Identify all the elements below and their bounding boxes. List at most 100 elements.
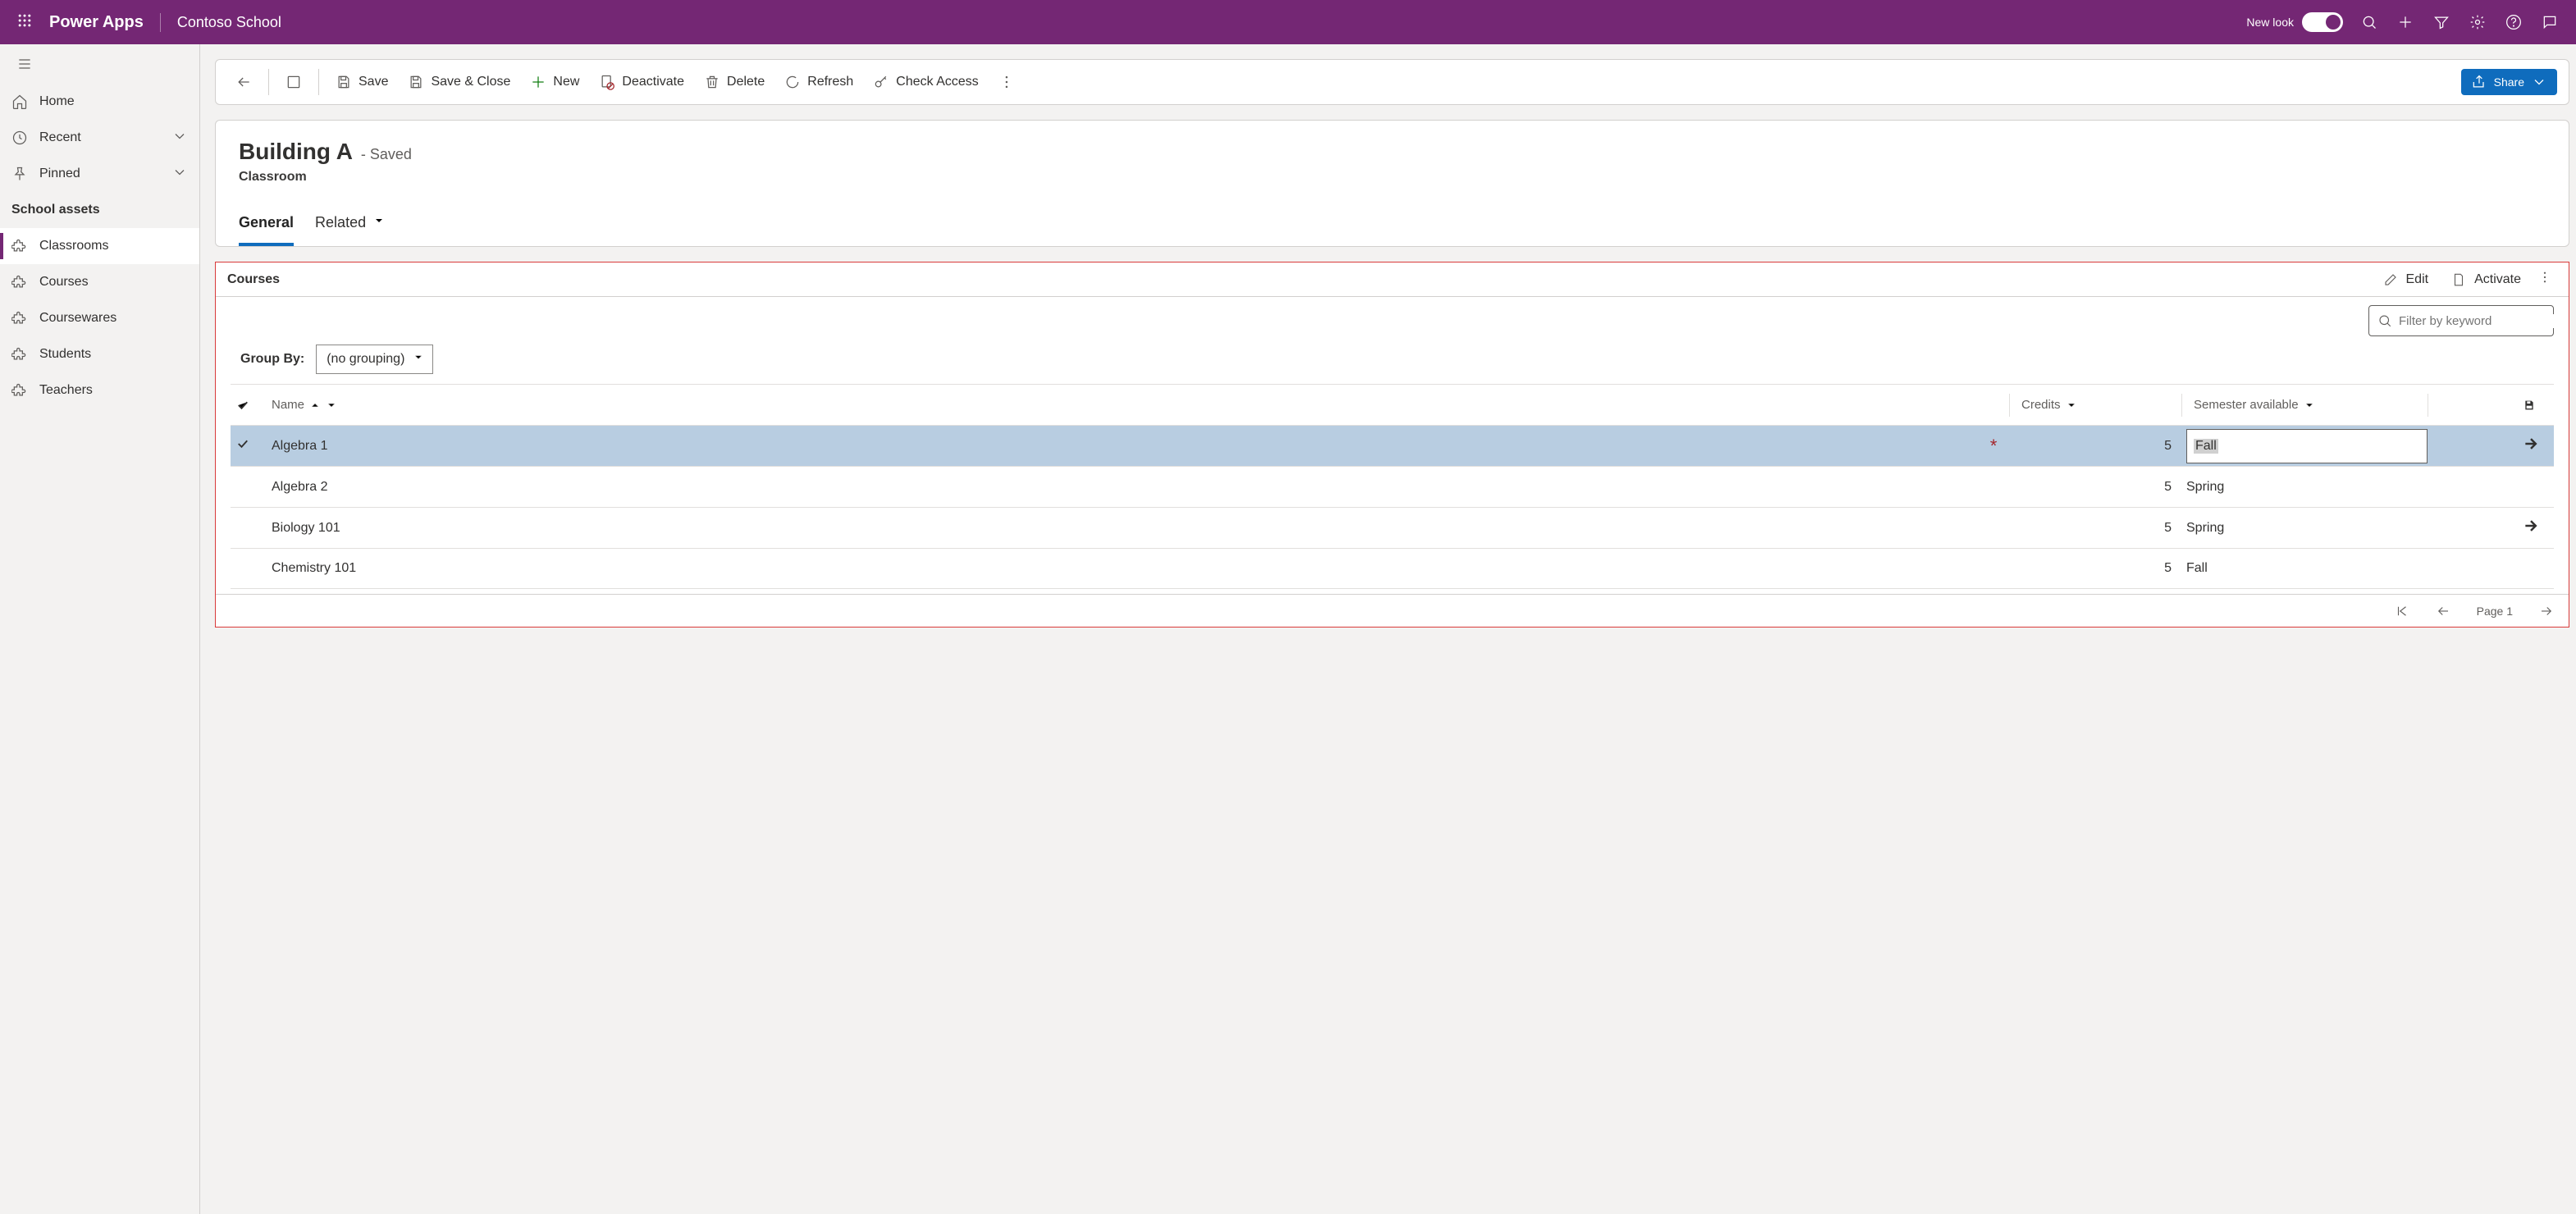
back-button[interactable] (227, 69, 260, 95)
more-commands-button[interactable] (990, 69, 1023, 95)
courses-subgrid: Courses Edit Activate (215, 262, 2569, 628)
new-button[interactable]: New (522, 69, 587, 95)
pin-icon (11, 166, 28, 182)
puzzle-icon (11, 274, 28, 290)
app-name: Power Apps (49, 13, 161, 32)
subgrid-edit-button[interactable]: Edit (2372, 269, 2441, 290)
column-semester[interactable]: Semester available (2181, 394, 2428, 417)
subgrid-header: Courses Edit Activate (216, 262, 2569, 297)
chevron-down-icon (413, 352, 424, 367)
nav-recent[interactable]: Recent (0, 120, 199, 156)
table-row[interactable]: Algebra 1 * 5 Fall (231, 425, 2554, 466)
tab-general[interactable]: General (239, 208, 294, 246)
first-page-icon[interactable] (2395, 604, 2409, 618)
new-look-toggle[interactable]: New look (2246, 12, 2343, 32)
hamburger-icon[interactable] (0, 44, 199, 84)
puzzle-icon (11, 382, 28, 399)
table-row[interactable]: Algebra 2 5 Spring (231, 466, 2554, 507)
column-credits[interactable]: Credits (2009, 394, 2181, 417)
cell-credits[interactable]: 5 (2009, 480, 2181, 495)
refresh-icon (784, 74, 801, 90)
cell-name[interactable]: Chemistry 101 (267, 561, 1973, 576)
save-button[interactable]: Save (327, 69, 396, 95)
check-access-button[interactable]: Check Access (865, 69, 986, 95)
new-look-label: New look (2246, 16, 2294, 29)
environment-name[interactable]: Contoso School (177, 14, 281, 31)
page-indicator: Page 1 (2477, 605, 2513, 618)
toggle-switch-icon[interactable] (2302, 12, 2343, 32)
cell-name[interactable]: Algebra 2 (267, 480, 1973, 495)
nav-coursewares[interactable]: Coursewares (0, 300, 199, 336)
open-new-window-button[interactable] (277, 69, 310, 95)
row-open-icon[interactable] (2518, 518, 2554, 538)
refresh-label: Refresh (807, 75, 853, 89)
app-launcher-icon[interactable] (8, 12, 41, 33)
nav-home-label: Home (39, 94, 75, 109)
cell-name[interactable]: Biology 101 (267, 521, 1973, 536)
delete-button[interactable]: Delete (696, 69, 773, 95)
table-row[interactable]: Biology 101 5 Spring (231, 507, 2554, 548)
sort-asc-icon (309, 399, 321, 411)
pager: Page 1 (216, 594, 2569, 627)
nav-students[interactable]: Students (0, 336, 199, 372)
deactivate-icon (599, 74, 615, 90)
nav-courses[interactable]: Courses (0, 264, 199, 300)
filter-input[interactable] (2368, 305, 2554, 336)
refresh-button[interactable]: Refresh (776, 69, 861, 95)
subgrid-activate-button[interactable]: Activate (2440, 269, 2533, 290)
filter-icon[interactable] (2423, 6, 2460, 39)
share-icon (2471, 74, 2487, 90)
nav-teachers[interactable]: Teachers (0, 372, 199, 408)
settings-icon[interactable] (2460, 6, 2496, 39)
save-label: Save (359, 75, 388, 89)
chevron-down-icon[interactable] (2066, 399, 2077, 411)
sidebar: Home Recent Pinned School assets Classro… (0, 44, 200, 1214)
edit-icon (2383, 272, 2398, 287)
cell-credits[interactable]: 5 (2009, 439, 2181, 454)
cell-credits[interactable]: 5 (2009, 521, 2181, 536)
nav-group-title: School assets (0, 192, 199, 228)
deactivate-button[interactable]: Deactivate (591, 69, 692, 95)
cell-semester[interactable]: Spring (2181, 521, 2428, 536)
prev-page-icon[interactable] (2436, 604, 2450, 618)
cell-semester[interactable]: Fall (2181, 561, 2428, 576)
subgrid-activate-label: Activate (2474, 272, 2521, 287)
search-icon[interactable] (2351, 6, 2387, 39)
select-all-checkbox[interactable] (231, 398, 267, 413)
column-name[interactable]: Name (267, 398, 1973, 412)
row-selected-check-icon[interactable] (231, 436, 267, 455)
cell-credits[interactable]: 5 (2009, 561, 2181, 576)
nav-classrooms[interactable]: Classrooms (0, 228, 199, 264)
add-icon[interactable] (2387, 6, 2423, 39)
nav-home[interactable]: Home (0, 84, 199, 120)
puzzle-icon (11, 346, 28, 363)
groupby-select[interactable]: (no grouping) (316, 345, 433, 374)
save-close-label: Save & Close (431, 75, 510, 89)
cell-semester-editing[interactable]: Fall (2181, 429, 2428, 463)
subgrid-edit-label: Edit (2406, 272, 2429, 287)
check-access-label: Check Access (896, 75, 978, 89)
share-button[interactable]: Share (2461, 69, 2557, 95)
filter-text-input[interactable] (2399, 314, 2562, 328)
save-icon (336, 74, 352, 90)
row-open-icon[interactable] (2518, 436, 2554, 456)
chevron-down-icon (2531, 74, 2547, 90)
editing-value[interactable]: Fall (2194, 439, 2218, 454)
chevron-down-icon (171, 128, 188, 148)
help-icon[interactable] (2496, 6, 2532, 39)
chevron-down-icon (171, 164, 188, 185)
nav-pinned[interactable]: Pinned (0, 156, 199, 192)
save-close-button[interactable]: Save & Close (400, 69, 518, 95)
chat-icon[interactable] (2532, 6, 2568, 39)
chevron-down-icon[interactable] (2304, 399, 2315, 411)
cell-name[interactable]: Algebra 1 (267, 439, 1973, 454)
nav-item-label: Students (39, 347, 91, 362)
subgrid-more-button[interactable] (2533, 270, 2557, 289)
table-row[interactable]: Chemistry 101 5 Fall (231, 548, 2554, 589)
next-page-icon[interactable] (2539, 604, 2554, 618)
page-icon (2451, 272, 2466, 287)
tab-related[interactable]: Related (315, 208, 386, 246)
save-column-icon[interactable] (2518, 399, 2554, 412)
chevron-down-icon[interactable] (326, 399, 337, 411)
cell-semester[interactable]: Spring (2181, 480, 2428, 495)
